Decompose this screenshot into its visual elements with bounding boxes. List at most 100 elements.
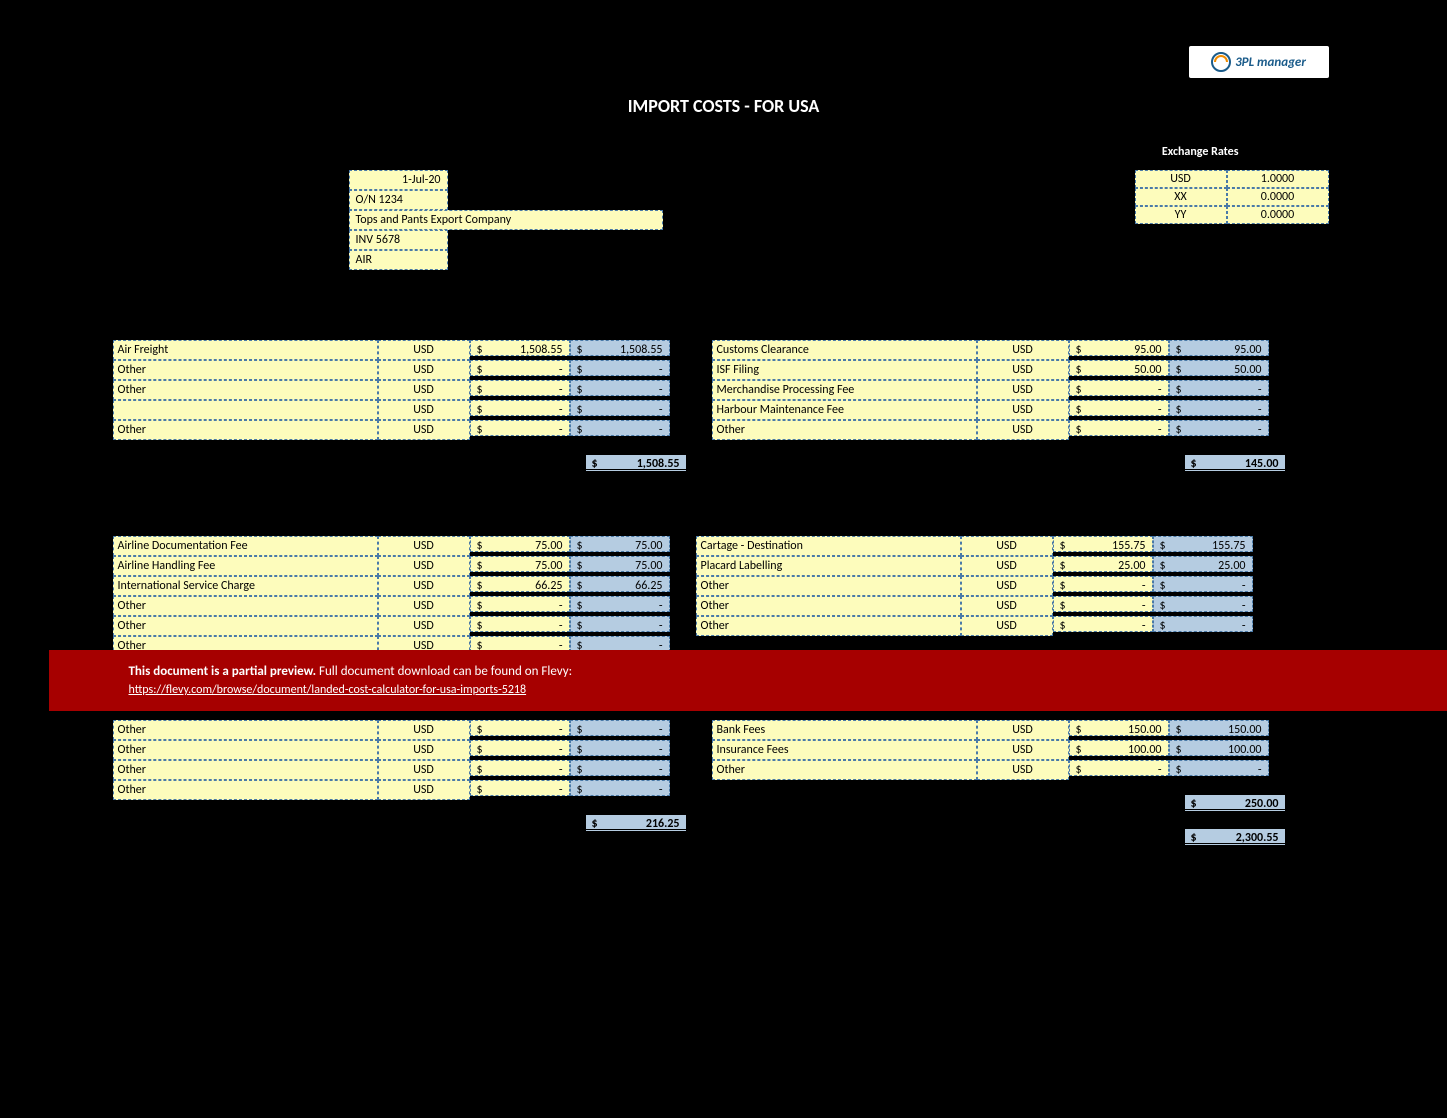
cost-amount[interactable]: $-: [470, 596, 570, 612]
cost-description[interactable]: Merchandise Processing Fee: [712, 380, 977, 400]
cost-row: OtherUSD$-$-: [712, 760, 1285, 780]
cost-currency[interactable]: USD: [378, 760, 470, 780]
cost-amount[interactable]: $-: [470, 780, 570, 796]
exchange-rates-heading: Exchange Rates: [1162, 145, 1239, 159]
header-invoice[interactable]: INV 5678: [349, 230, 448, 250]
cost-description[interactable]: Other: [712, 420, 977, 440]
cost-amount[interactable]: $100.00: [1069, 740, 1169, 756]
cost-currency[interactable]: USD: [977, 340, 1069, 360]
cost-currency[interactable]: USD: [961, 596, 1053, 616]
cost-currency[interactable]: USD: [977, 400, 1069, 420]
cost-amount[interactable]: $-: [470, 400, 570, 416]
cost-amount[interactable]: $50.00: [1069, 360, 1169, 376]
cost-currency[interactable]: USD: [378, 380, 470, 400]
cost-description[interactable]: Other: [113, 740, 378, 760]
cost-amount[interactable]: $95.00: [1069, 340, 1169, 356]
header-order-no[interactable]: O/N 1234: [349, 190, 448, 210]
cost-amount[interactable]: $25.00: [1053, 556, 1153, 572]
cost-description[interactable]: Other: [113, 360, 378, 380]
cost-currency[interactable]: USD: [961, 616, 1053, 636]
cost-amount[interactable]: $-: [1053, 596, 1153, 612]
cost-currency[interactable]: USD: [977, 360, 1069, 380]
cost-amount[interactable]: $75.00: [470, 556, 570, 572]
cost-description[interactable]: Airline Documentation Fee: [113, 536, 378, 556]
cost-description[interactable]: International Service Charge: [113, 576, 378, 596]
cost-description[interactable]: Other: [113, 760, 378, 780]
cost-currency[interactable]: USD: [378, 536, 470, 556]
cost-description[interactable]: Other: [696, 596, 961, 616]
cost-currency[interactable]: USD: [961, 556, 1053, 576]
cost-description[interactable]: Insurance Fees: [712, 740, 977, 760]
cost-amount[interactable]: $66.25: [470, 576, 570, 592]
cost-description[interactable]: Harbour Maintenance Fee: [712, 400, 977, 420]
cost-description[interactable]: Other: [113, 596, 378, 616]
cost-amount[interactable]: $-: [470, 740, 570, 756]
cost-currency[interactable]: USD: [378, 576, 470, 596]
cost-description[interactable]: Other: [712, 760, 977, 780]
cost-amount[interactable]: $-: [1069, 760, 1169, 776]
cost-currency[interactable]: USD: [961, 576, 1053, 596]
freight-table: Air FreightUSD$1,508.55$1,508.55OtherUSD…: [113, 340, 686, 472]
cost-description[interactable]: Other: [696, 576, 961, 596]
cost-currency[interactable]: USD: [977, 760, 1069, 780]
exchange-currency[interactable]: YY: [1135, 206, 1227, 224]
cost-amount[interactable]: $1,508.55: [470, 340, 570, 356]
cost-description[interactable]: ISF Filing: [712, 360, 977, 380]
cost-amount[interactable]: $155.75: [1053, 536, 1153, 552]
cost-amount[interactable]: $-: [470, 380, 570, 396]
cost-usd: $-: [1169, 760, 1269, 776]
cost-description[interactable]: [113, 400, 378, 420]
cost-row: OtherUSD$-$-: [113, 720, 686, 740]
cost-currency[interactable]: USD: [961, 536, 1053, 556]
cost-description[interactable]: Other: [696, 616, 961, 636]
cost-amount[interactable]: $150.00: [1069, 720, 1169, 736]
cost-currency[interactable]: USD: [378, 596, 470, 616]
cost-currency[interactable]: USD: [378, 616, 470, 636]
cost-amount[interactable]: $-: [470, 720, 570, 736]
exchange-rate-row: USD 1.0000: [1135, 170, 1329, 188]
cost-description[interactable]: Other: [113, 780, 378, 800]
cost-currency[interactable]: USD: [378, 360, 470, 380]
cost-currency[interactable]: USD: [977, 420, 1069, 440]
cost-description[interactable]: Airline Handling Fee: [113, 556, 378, 576]
cost-description[interactable]: Air Freight: [113, 340, 378, 360]
exchange-currency[interactable]: USD: [1135, 170, 1227, 188]
exchange-rate[interactable]: 0.0000: [1227, 188, 1329, 206]
cost-amount[interactable]: $-: [470, 420, 570, 436]
cost-description[interactable]: Cartage - Destination: [696, 536, 961, 556]
cost-description[interactable]: Other: [113, 720, 378, 740]
cost-currency[interactable]: USD: [378, 340, 470, 360]
cost-currency[interactable]: USD: [378, 780, 470, 800]
cost-amount[interactable]: $-: [470, 360, 570, 376]
cost-currency[interactable]: USD: [378, 400, 470, 420]
origin-extra-table: OtherUSD$-$-OtherUSD$-$-OtherUSD$-$-Othe…: [113, 720, 686, 800]
cost-description[interactable]: Placard Labelling: [696, 556, 961, 576]
cost-currency[interactable]: USD: [977, 380, 1069, 400]
cost-amount[interactable]: $-: [1053, 616, 1153, 632]
exchange-currency[interactable]: XX: [1135, 188, 1227, 206]
cost-amount[interactable]: $-: [1069, 400, 1169, 416]
cost-description[interactable]: Bank Fees: [712, 720, 977, 740]
cost-description[interactable]: Other: [113, 616, 378, 636]
cost-description[interactable]: Customs Clearance: [712, 340, 977, 360]
cost-currency[interactable]: USD: [378, 740, 470, 760]
header-date[interactable]: 1-Jul-20: [349, 170, 448, 190]
cost-description[interactable]: Other: [113, 420, 378, 440]
header-mode[interactable]: AIR: [349, 250, 448, 270]
cost-currency[interactable]: USD: [378, 420, 470, 440]
cost-currency[interactable]: USD: [977, 740, 1069, 760]
cost-amount[interactable]: $-: [470, 616, 570, 632]
cost-currency[interactable]: USD: [977, 720, 1069, 740]
cost-currency[interactable]: USD: [378, 556, 470, 576]
banner-link[interactable]: https://flevy.com/browse/document/landed…: [129, 683, 527, 697]
cost-amount[interactable]: $-: [1069, 380, 1169, 396]
cost-description[interactable]: Other: [113, 380, 378, 400]
header-supplier[interactable]: Tops and Pants Export Company: [349, 210, 663, 230]
cost-amount[interactable]: $-: [1053, 576, 1153, 592]
cost-amount[interactable]: $-: [1069, 420, 1169, 436]
exchange-rate[interactable]: 1.0000: [1227, 170, 1329, 188]
cost-amount[interactable]: $75.00: [470, 536, 570, 552]
cost-currency[interactable]: USD: [378, 720, 470, 740]
exchange-rate[interactable]: 0.0000: [1227, 206, 1329, 224]
cost-amount[interactable]: $-: [470, 760, 570, 776]
